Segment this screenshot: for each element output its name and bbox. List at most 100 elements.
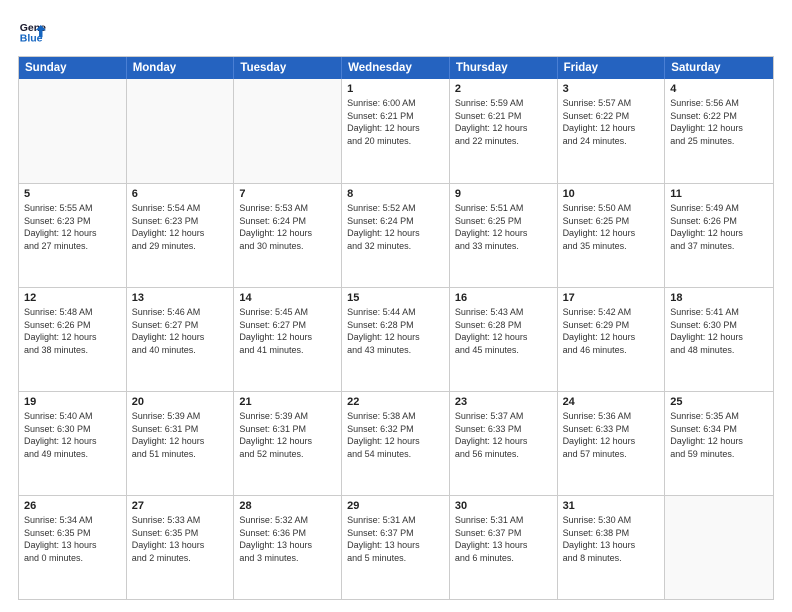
cell-info-line: and 8 minutes. (563, 552, 660, 565)
cell-info-line: Sunrise: 5:59 AM (455, 97, 552, 110)
calendar-cell: 13Sunrise: 5:46 AMSunset: 6:27 PMDayligh… (127, 288, 235, 391)
cell-info-line: Sunrise: 5:51 AM (455, 202, 552, 215)
cell-info-line: Daylight: 13 hours (24, 539, 121, 552)
cell-info-line: Sunset: 6:34 PM (670, 423, 768, 436)
cell-info-line: Sunrise: 5:35 AM (670, 410, 768, 423)
cell-info-line: Daylight: 12 hours (347, 331, 444, 344)
cell-info-line: and 24 minutes. (563, 135, 660, 148)
day-number: 26 (24, 500, 121, 512)
calendar-cell: 15Sunrise: 5:44 AMSunset: 6:28 PMDayligh… (342, 288, 450, 391)
cell-info-line: Sunrise: 5:31 AM (455, 514, 552, 527)
cell-info-line: Sunrise: 5:41 AM (670, 306, 768, 319)
cell-info-line: Daylight: 12 hours (239, 331, 336, 344)
cell-info-line: Daylight: 12 hours (24, 435, 121, 448)
cell-info-line: and 27 minutes. (24, 240, 121, 253)
cell-info-line: Sunrise: 5:32 AM (239, 514, 336, 527)
calendar-cell: 16Sunrise: 5:43 AMSunset: 6:28 PMDayligh… (450, 288, 558, 391)
cell-info-line: Sunset: 6:30 PM (24, 423, 121, 436)
cell-info-line: Daylight: 12 hours (347, 122, 444, 135)
cell-info-line: Sunrise: 5:30 AM (563, 514, 660, 527)
cell-info-line: Daylight: 12 hours (670, 227, 768, 240)
cell-info-line: Sunset: 6:33 PM (563, 423, 660, 436)
cell-info-line: Sunset: 6:21 PM (455, 110, 552, 123)
cell-info-line: and 51 minutes. (132, 448, 229, 461)
cell-info-line: and 0 minutes. (24, 552, 121, 565)
cell-info-line: Daylight: 12 hours (670, 435, 768, 448)
day-number: 22 (347, 396, 444, 408)
day-number: 29 (347, 500, 444, 512)
calendar-cell: 30Sunrise: 5:31 AMSunset: 6:37 PMDayligh… (450, 496, 558, 599)
calendar-cell: 4Sunrise: 5:56 AMSunset: 6:22 PMDaylight… (665, 79, 773, 183)
header-day-saturday: Saturday (665, 57, 773, 79)
cell-info-line: Sunset: 6:28 PM (347, 319, 444, 332)
cell-info-line: Daylight: 12 hours (563, 227, 660, 240)
calendar-row-4: 19Sunrise: 5:40 AMSunset: 6:30 PMDayligh… (19, 391, 773, 495)
cell-info-line: Sunset: 6:22 PM (563, 110, 660, 123)
header: General Blue (18, 18, 774, 46)
cell-info-line: Daylight: 12 hours (563, 122, 660, 135)
cell-info-line: Sunrise: 5:54 AM (132, 202, 229, 215)
cell-info-line: and 43 minutes. (347, 344, 444, 357)
cell-info-line: and 20 minutes. (347, 135, 444, 148)
day-number: 10 (563, 188, 660, 200)
cell-info-line: Sunset: 6:25 PM (563, 215, 660, 228)
day-number: 15 (347, 292, 444, 304)
cell-info-line: Sunrise: 5:42 AM (563, 306, 660, 319)
cell-info-line: and 46 minutes. (563, 344, 660, 357)
cell-info-line: and 30 minutes. (239, 240, 336, 253)
calendar-cell: 20Sunrise: 5:39 AMSunset: 6:31 PMDayligh… (127, 392, 235, 495)
cell-info-line: Sunset: 6:29 PM (563, 319, 660, 332)
cell-info-line: Daylight: 12 hours (670, 122, 768, 135)
cell-info-line: Sunset: 6:38 PM (563, 527, 660, 540)
cell-info-line: Sunrise: 5:49 AM (670, 202, 768, 215)
calendar-cell: 3Sunrise: 5:57 AMSunset: 6:22 PMDaylight… (558, 79, 666, 183)
day-number: 17 (563, 292, 660, 304)
day-number: 16 (455, 292, 552, 304)
cell-info-line: Sunset: 6:28 PM (455, 319, 552, 332)
cell-info-line: Daylight: 12 hours (24, 227, 121, 240)
cell-info-line: Sunset: 6:21 PM (347, 110, 444, 123)
logo-icon: General Blue (18, 18, 46, 46)
header-day-thursday: Thursday (450, 57, 558, 79)
cell-info-line: Daylight: 12 hours (132, 331, 229, 344)
calendar-cell: 7Sunrise: 5:53 AMSunset: 6:24 PMDaylight… (234, 184, 342, 287)
cell-info-line: and 25 minutes. (670, 135, 768, 148)
calendar-cell: 26Sunrise: 5:34 AMSunset: 6:35 PMDayligh… (19, 496, 127, 599)
day-number: 23 (455, 396, 552, 408)
cell-info-line: Sunset: 6:30 PM (670, 319, 768, 332)
calendar-page: General Blue SundayMondayTuesdayWednesda… (0, 0, 792, 612)
logo: General Blue (18, 18, 46, 46)
cell-info-line: and 45 minutes. (455, 344, 552, 357)
cell-info-line: Daylight: 12 hours (239, 227, 336, 240)
cell-info-line: Daylight: 13 hours (563, 539, 660, 552)
cell-info-line: Sunset: 6:31 PM (132, 423, 229, 436)
cell-info-line: Daylight: 13 hours (455, 539, 552, 552)
cell-info-line: Sunrise: 5:45 AM (239, 306, 336, 319)
calendar-cell: 25Sunrise: 5:35 AMSunset: 6:34 PMDayligh… (665, 392, 773, 495)
cell-info-line: Sunset: 6:35 PM (24, 527, 121, 540)
cell-info-line: Daylight: 12 hours (347, 435, 444, 448)
cell-info-line: and 49 minutes. (24, 448, 121, 461)
calendar-body: 1Sunrise: 6:00 AMSunset: 6:21 PMDaylight… (19, 79, 773, 599)
cell-info-line: Daylight: 13 hours (239, 539, 336, 552)
calendar-row-1: 1Sunrise: 6:00 AMSunset: 6:21 PMDaylight… (19, 79, 773, 183)
cell-info-line: and 6 minutes. (455, 552, 552, 565)
cell-info-line: and 52 minutes. (239, 448, 336, 461)
cell-info-line: Sunset: 6:35 PM (132, 527, 229, 540)
cell-info-line: Daylight: 12 hours (455, 331, 552, 344)
day-number: 9 (455, 188, 552, 200)
cell-info-line: Daylight: 12 hours (563, 435, 660, 448)
day-number: 5 (24, 188, 121, 200)
cell-info-line: Sunrise: 5:39 AM (132, 410, 229, 423)
cell-info-line: Sunrise: 5:36 AM (563, 410, 660, 423)
cell-info-line: Sunset: 6:23 PM (132, 215, 229, 228)
cell-info-line: and 3 minutes. (239, 552, 336, 565)
cell-info-line: and 37 minutes. (670, 240, 768, 253)
day-number: 31 (563, 500, 660, 512)
day-number: 7 (239, 188, 336, 200)
calendar-row-5: 26Sunrise: 5:34 AMSunset: 6:35 PMDayligh… (19, 495, 773, 599)
cell-info-line: Sunrise: 6:00 AM (347, 97, 444, 110)
cell-info-line: Sunset: 6:37 PM (347, 527, 444, 540)
calendar-cell: 22Sunrise: 5:38 AMSunset: 6:32 PMDayligh… (342, 392, 450, 495)
cell-info-line: Sunset: 6:33 PM (455, 423, 552, 436)
